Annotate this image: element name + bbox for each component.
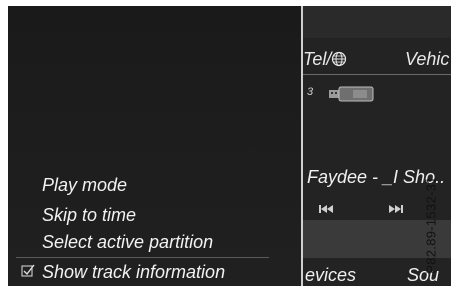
menu-item-select-active-partition[interactable]: Select active partition xyxy=(42,231,213,253)
menu-item-play-mode[interactable]: Play mode xyxy=(42,174,127,196)
tab-tel-label: Tel/ xyxy=(303,49,332,69)
display-screen: Play mode Skip to time Select active par… xyxy=(8,6,451,286)
figure-frame: Play mode Skip to time Select active par… xyxy=(0,0,455,286)
next-track-icon[interactable] xyxy=(387,204,403,214)
source-index: 3 xyxy=(307,86,314,98)
globe-icon xyxy=(332,51,347,67)
tab-underline xyxy=(303,74,451,75)
usb-device-icon xyxy=(329,86,374,102)
options-menu: Play mode Skip to time Select active par… xyxy=(8,6,301,286)
menu-item-show-track-information[interactable]: Show track information xyxy=(42,261,225,283)
tab-tel[interactable]: Tel/ xyxy=(303,48,347,70)
menu-separator xyxy=(16,257,269,258)
figure-reference: P82.89-1532-31 xyxy=(421,164,441,286)
figure-reference-label: P82.89-1532-31 xyxy=(423,176,439,274)
menu-item-skip-to-time[interactable]: Skip to time xyxy=(42,204,136,226)
top-bar xyxy=(303,6,451,38)
tab-devices[interactable]: evices xyxy=(305,264,356,286)
tab-vehicle[interactable]: Vehic xyxy=(405,48,449,70)
previous-track-icon[interactable] xyxy=(319,204,335,214)
checkbox-checked-icon[interactable] xyxy=(21,264,35,278)
